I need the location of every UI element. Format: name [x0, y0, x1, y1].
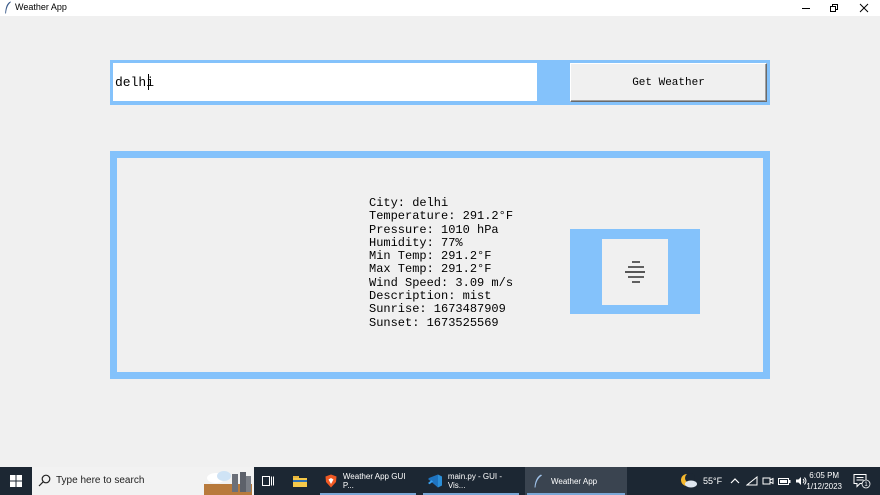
- city-input[interactable]: [113, 63, 537, 101]
- task-label: Weather App GUI P...: [342, 472, 406, 490]
- clock-date: 1/12/2023: [806, 482, 842, 491]
- min-temp-line: Min Temp: 291.2°F: [369, 249, 492, 264]
- start-button[interactable]: [0, 467, 32, 495]
- taskbar: Type here to search Weather App GUI P...: [0, 467, 880, 495]
- restore-icon: [830, 4, 838, 12]
- humidity-line: Humidity: 77%: [369, 235, 463, 250]
- results-frame: City: delhi Temperature: 291.2°F Pressur…: [110, 151, 770, 379]
- text-caret: [148, 74, 149, 90]
- task-view-button[interactable]: [258, 467, 278, 495]
- task-view-icon: [262, 476, 274, 486]
- folder-icon: [293, 476, 307, 487]
- weather-info: City: delhi Temperature: 291.2°F Pressur…: [369, 196, 514, 330]
- chevron-up-icon[interactable]: [730, 476, 740, 486]
- get-weather-button[interactable]: Get Weather: [570, 63, 767, 102]
- vscode-icon: [428, 474, 442, 488]
- file-explorer-button[interactable]: [288, 467, 312, 495]
- system-tray: [730, 467, 807, 495]
- volume-icon[interactable]: [795, 476, 807, 486]
- weather-temp: 55°F: [703, 476, 723, 486]
- brave-icon: [325, 474, 337, 488]
- partly-cloudy-night-icon: [681, 473, 697, 488]
- windows-logo-icon: [10, 475, 22, 487]
- sunset-line: Sunset: 1673525569: [369, 315, 499, 330]
- meet-now-icon[interactable]: [762, 475, 774, 487]
- description-line: Description: mist: [369, 289, 492, 304]
- wind-speed-line: Wind Speed: 3.09 m/s: [369, 275, 514, 290]
- battery-icon[interactable]: [778, 476, 791, 486]
- search-highlight-icon: [204, 471, 252, 495]
- max-temp-line: Max Temp: 291.2°F: [369, 262, 492, 277]
- notification-button[interactable]: 1: [850, 467, 874, 495]
- weather-icon-frame: [570, 229, 700, 314]
- search-icon: [38, 474, 51, 487]
- feather-icon: [534, 474, 542, 488]
- notification-icon: 1: [853, 474, 871, 489]
- minimize-icon: [802, 8, 810, 9]
- taskbar-search[interactable]: Type here to search: [32, 467, 254, 495]
- task-label: Weather App: [551, 476, 598, 486]
- weather-widget[interactable]: 55°F: [680, 467, 722, 495]
- close-button[interactable]: [848, 0, 880, 16]
- network-icon[interactable]: [746, 476, 758, 486]
- city-line: City: delhi: [369, 196, 449, 210]
- pressure-line: Pressure: 1010 hPa: [369, 222, 499, 237]
- restore-button[interactable]: [818, 0, 850, 16]
- taskbar-app-weather[interactable]: Weather App: [525, 467, 627, 495]
- task-label: main.py - GUI - Vis...: [447, 472, 503, 490]
- mist-icon: [625, 261, 645, 283]
- weather-icon-box: [602, 239, 668, 305]
- sunrise-line: Sunrise: 1673487909: [369, 302, 506, 317]
- clock-time: 6:05 PM: [809, 471, 840, 480]
- clock[interactable]: 6:05 PM 1/12/2023: [806, 470, 842, 492]
- taskbar-app-brave[interactable]: Weather App GUI P...: [318, 467, 418, 495]
- search-frame: Get Weather: [110, 60, 770, 105]
- taskbar-app-vscode[interactable]: main.py - GUI - Vis...: [421, 467, 521, 495]
- window-title-bar[interactable]: Weather App: [0, 0, 880, 16]
- temperature-line: Temperature: 291.2°F: [369, 209, 514, 224]
- feather-icon: [5, 1, 11, 14]
- close-icon: [859, 3, 869, 13]
- search-placeholder: Type here to search: [56, 475, 145, 486]
- window-title: Weather App: [15, 2, 67, 12]
